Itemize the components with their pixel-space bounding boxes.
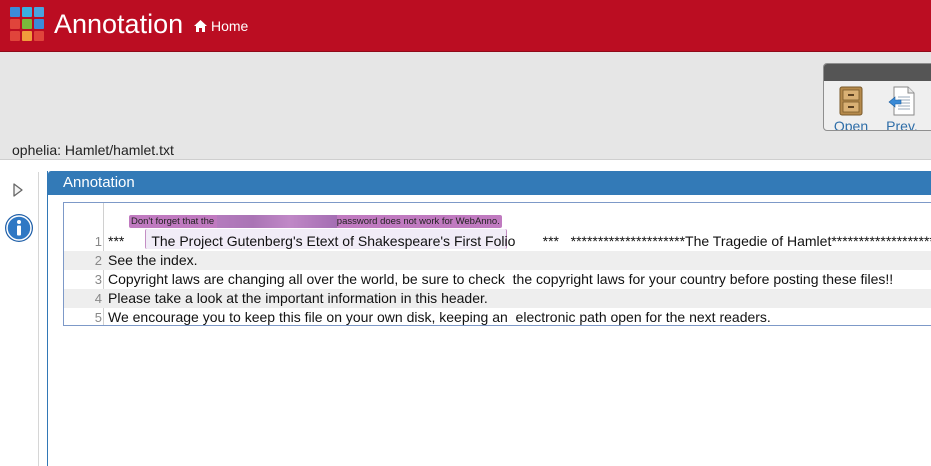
open-label: Open xyxy=(833,118,869,131)
info-icon[interactable] xyxy=(4,213,34,243)
line-text: Please take a look at the important info… xyxy=(108,290,488,306)
line-number: 3 xyxy=(94,272,102,287)
logo-cell xyxy=(22,19,32,29)
open-button[interactable]: Open xyxy=(829,86,873,131)
home-label: Home xyxy=(211,18,249,34)
prev-button[interactable]: Prev. xyxy=(880,86,924,131)
logo-cell xyxy=(22,7,32,17)
line-number: 5 xyxy=(94,310,102,325)
text-line[interactable]: 3 Copyright laws are changing all over t… xyxy=(64,270,931,289)
app-logo[interactable] xyxy=(10,7,46,43)
logo-cell xyxy=(10,19,20,29)
logo-cell xyxy=(10,7,20,17)
document-actions-panel: Open Prev. xyxy=(823,63,931,131)
prev-label: Prev. xyxy=(886,118,918,131)
annotation-label[interactable]: Don't forget that the password does not … xyxy=(129,215,502,228)
app-title[interactable]: Annotation xyxy=(54,6,183,42)
logo-cell xyxy=(10,31,20,41)
annotation-panel-title: Annotation xyxy=(63,174,135,191)
left-sidebar xyxy=(0,172,39,466)
line-text: *** The Project Gutenberg's Etext of Sha… xyxy=(108,233,931,249)
annotation-panel-header: Annotation xyxy=(48,171,931,195)
line-number: 2 xyxy=(94,253,102,268)
line-text: See the index. xyxy=(108,252,198,268)
file-cabinet-icon xyxy=(839,86,863,116)
line-text: Copyright laws are changing all over the… xyxy=(108,271,894,287)
text-line[interactable]: 2 See the index. xyxy=(64,251,931,270)
logo-cell xyxy=(34,31,44,41)
redacted-text xyxy=(216,215,337,228)
line-text: We encourage you to keep this file on yo… xyxy=(108,309,771,325)
annotation-note-after: password does not work for WebAnno. xyxy=(336,216,500,227)
logo-cell xyxy=(34,19,44,29)
home-icon xyxy=(194,20,207,32)
logo-cell xyxy=(34,7,44,17)
previous-document-icon xyxy=(888,86,915,116)
actions-panel-header xyxy=(824,64,931,81)
text-line[interactable]: 5 We encourage you to keep this file on … xyxy=(64,308,931,325)
line-number: 1 xyxy=(94,234,102,249)
line-number: 4 xyxy=(94,291,102,306)
expand-sidebar-icon[interactable] xyxy=(12,182,24,198)
text-line[interactable]: 1 *** The Project Gutenberg's Etext of S… xyxy=(64,232,931,251)
document-path: ophelia: Hamlet/hamlet.txt xyxy=(12,142,174,158)
annotation-panel: Annotation Don't forget that the passwor… xyxy=(47,171,931,466)
home-link[interactable]: Home xyxy=(194,17,248,35)
annotation-editor[interactable]: Don't forget that the password does not … xyxy=(63,202,931,326)
logo-cell xyxy=(22,31,32,41)
toolbar-area: Open Prev. ophelia: Hamlet/hamlet.txt xyxy=(0,52,931,160)
annotation-note-before: Don't forget that the xyxy=(131,216,217,227)
text-line[interactable]: 4 Please take a look at the important in… xyxy=(64,289,931,308)
app-header: Annotation Home xyxy=(0,0,931,52)
